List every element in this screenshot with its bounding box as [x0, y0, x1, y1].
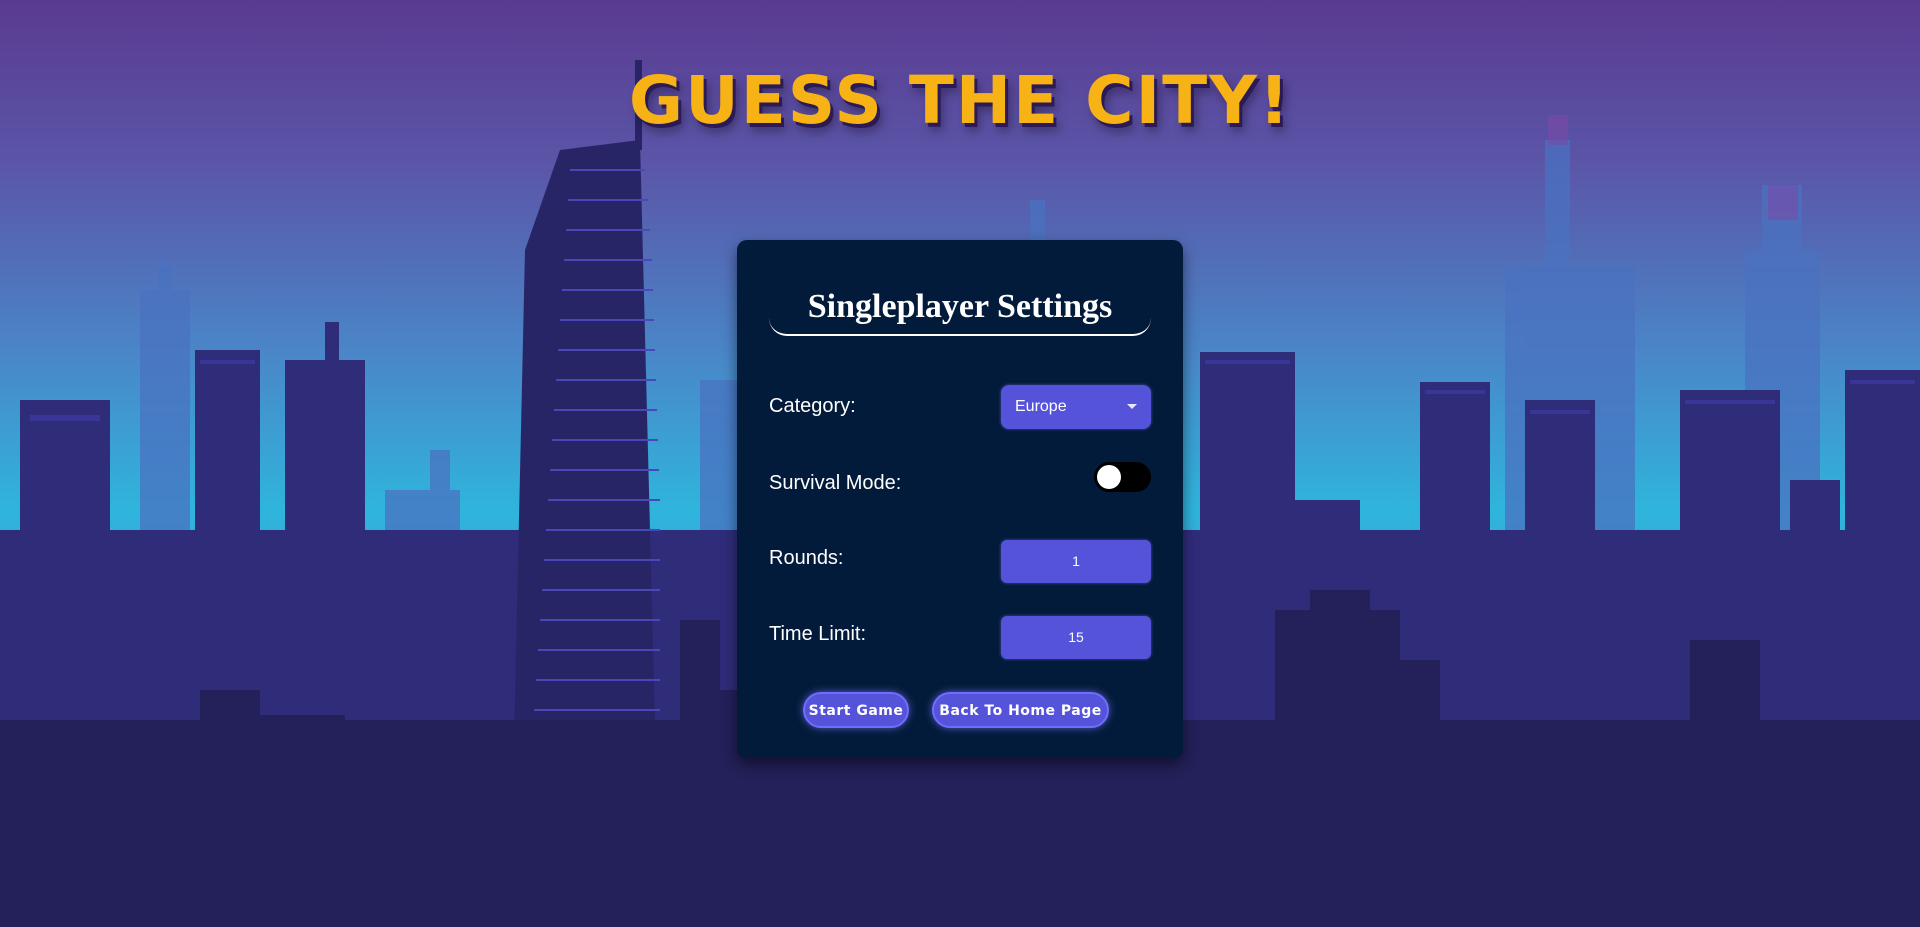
back-to-home-button[interactable]: Back To Home Page	[932, 692, 1109, 728]
time-limit-label: Time Limit:	[769, 623, 867, 645]
settings-panel: Singleplayer Settings Category: Europe S…	[737, 240, 1183, 758]
start-game-button[interactable]: Start Game	[803, 692, 909, 728]
panel-heading: Singleplayer Settings	[769, 288, 1151, 336]
game-title: GUESS THE CITY!	[628, 62, 1292, 139]
survival-mode-toggle[interactable]	[1094, 462, 1151, 492]
category-label: Category:	[769, 395, 856, 417]
time-limit-input[interactable]: 15	[1001, 616, 1151, 659]
category-selected-value: Europe	[1015, 398, 1067, 415]
category-select[interactable]: Europe	[1001, 385, 1151, 429]
rounds-input[interactable]: 1	[1001, 540, 1151, 583]
rounds-label: Rounds:	[769, 547, 844, 569]
survival-mode-label: Survival Mode:	[769, 472, 902, 494]
toggle-knob	[1097, 465, 1121, 489]
chevron-down-icon	[1127, 404, 1137, 409]
